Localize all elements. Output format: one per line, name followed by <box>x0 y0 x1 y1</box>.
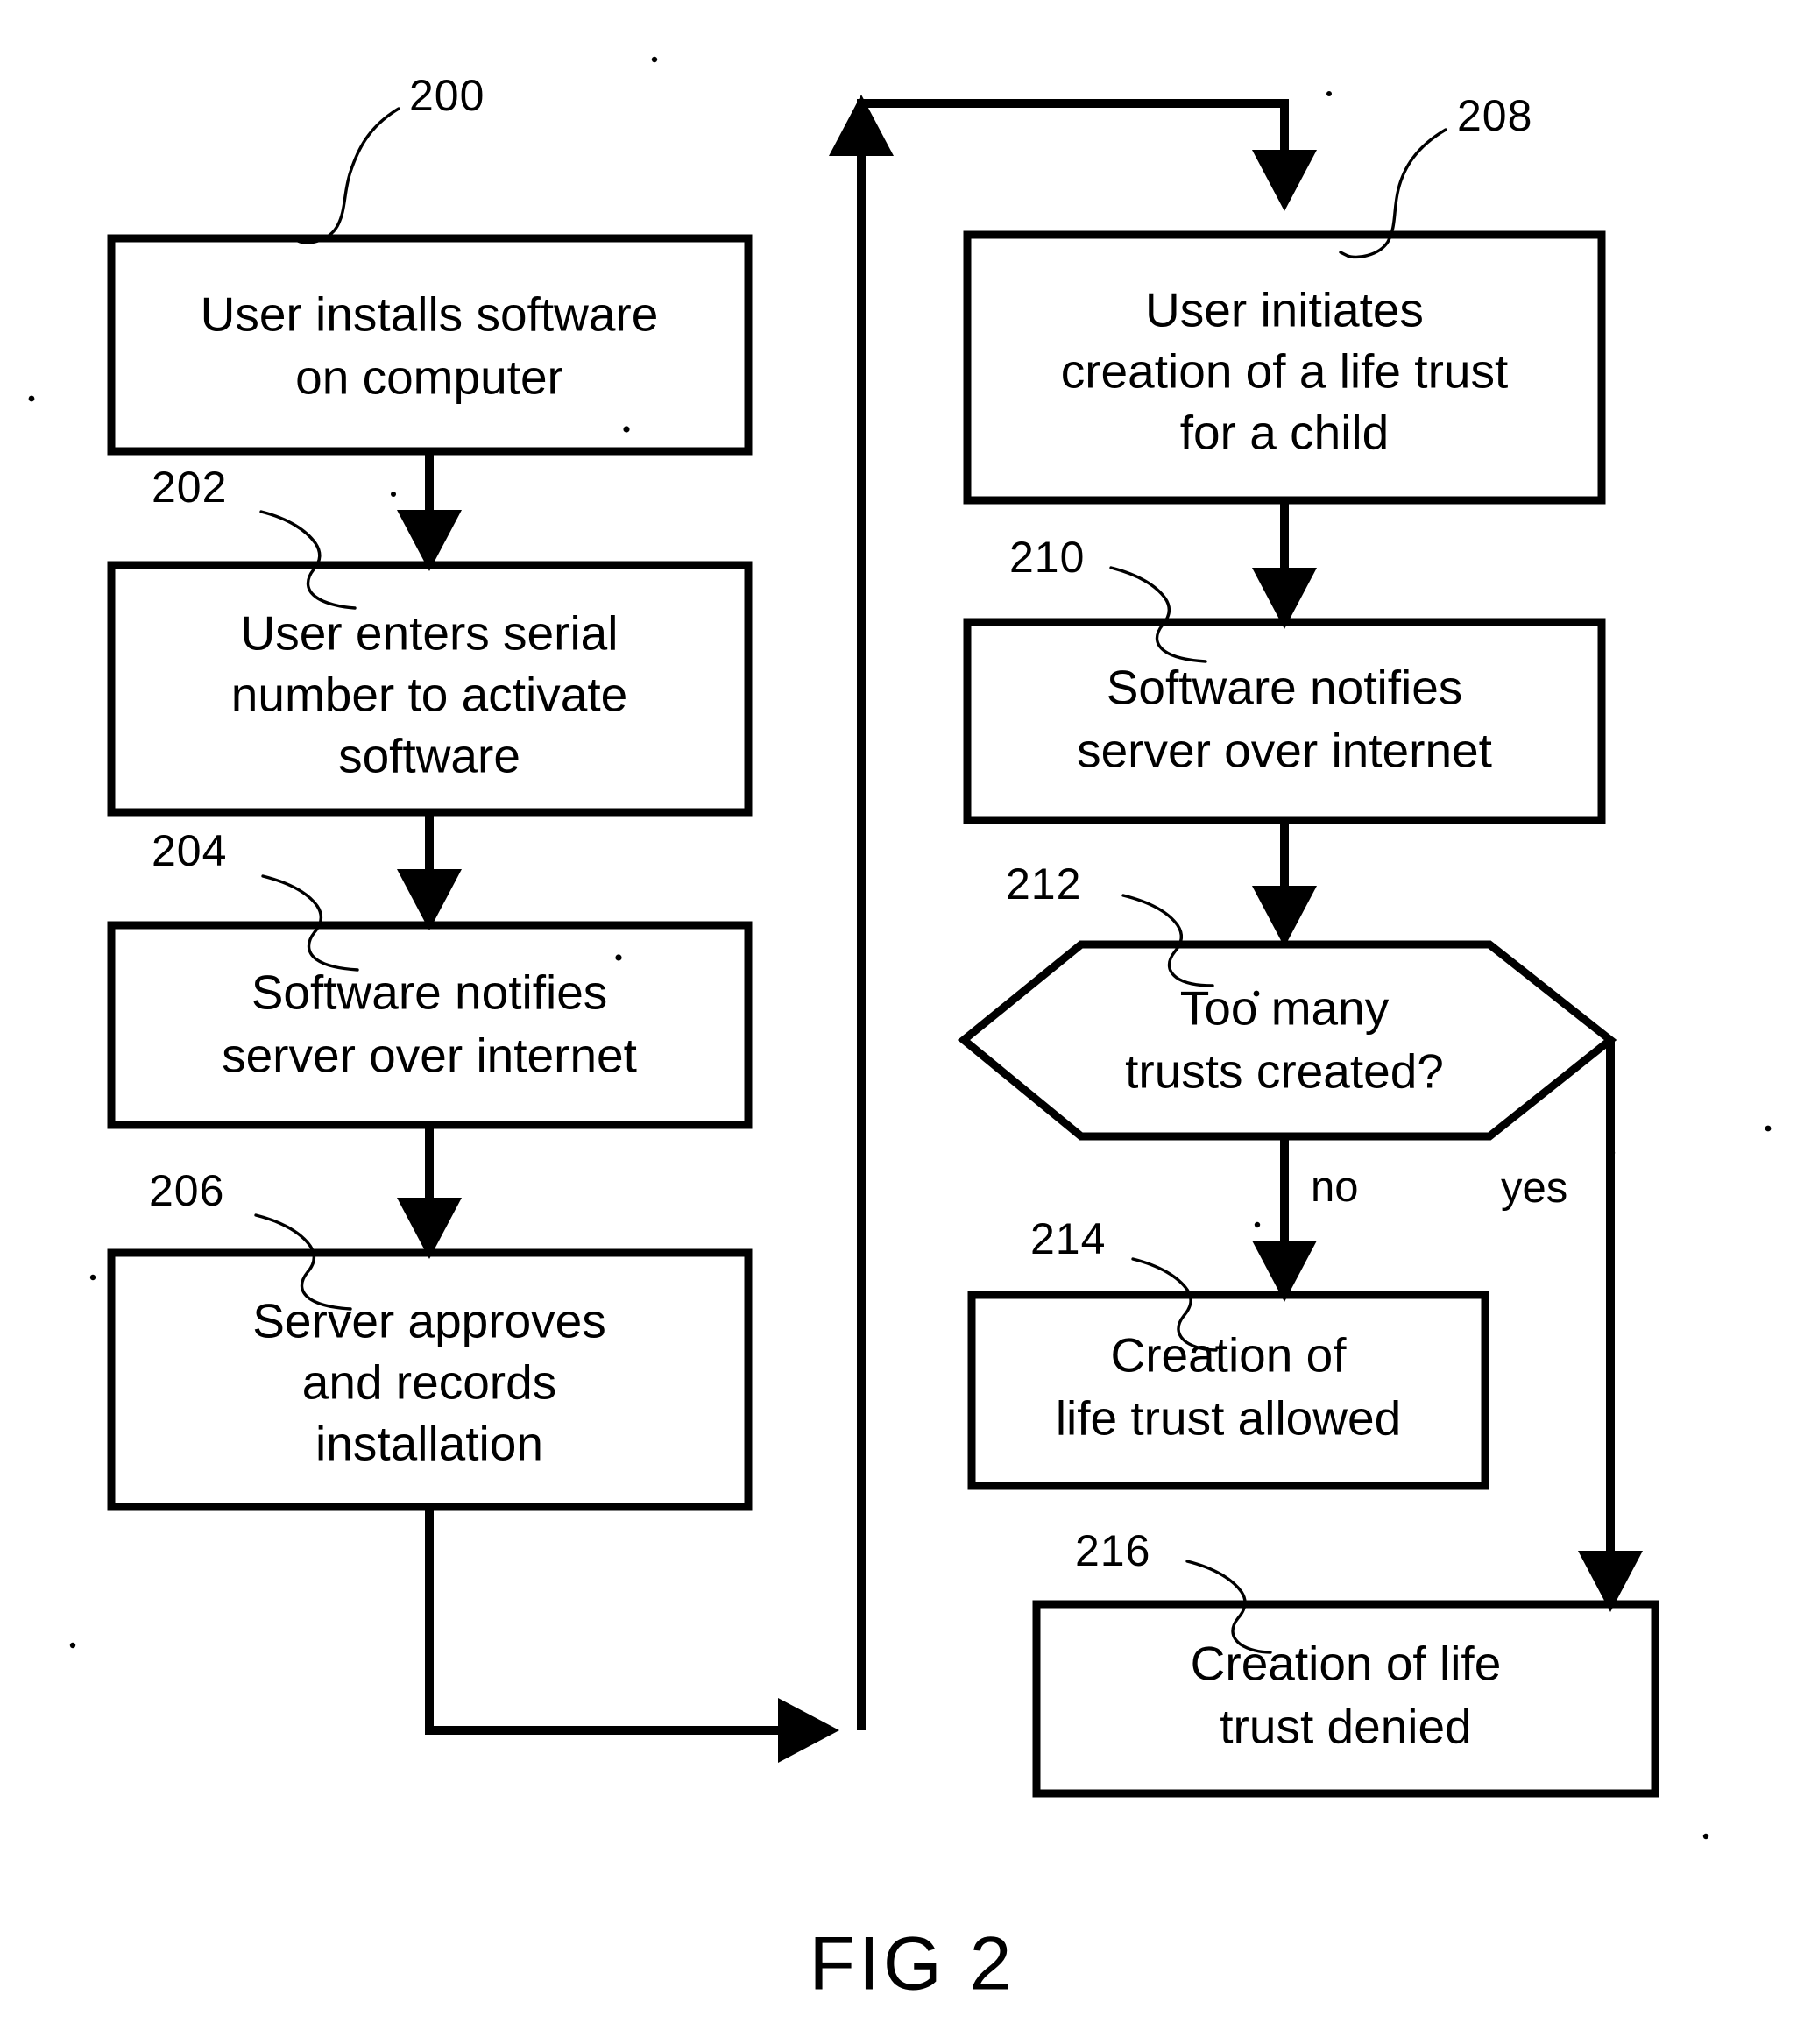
node-212-hexagon <box>957 940 1617 1141</box>
node-216-line-1: Creation of life <box>1191 1637 1502 1691</box>
node-206: Server approves and records installation <box>107 1248 753 1511</box>
ref-numeral-214: 214 <box>1030 1214 1106 1263</box>
node-206-line-3: installation <box>315 1417 543 1471</box>
scan-speck <box>28 395 35 402</box>
node-210-box <box>963 618 1606 824</box>
node-208-line-1: User initiates <box>1145 283 1424 337</box>
scan-speck <box>89 1274 96 1281</box>
ref-leader-200: 200 <box>296 71 485 244</box>
edge-label-yes: yes <box>1501 1164 1567 1212</box>
node-204-line-1: Software notifies <box>251 965 608 1020</box>
node-214-line-2: life trust allowed <box>1056 1391 1401 1446</box>
node-204: Software notifies server over internet <box>107 921 753 1129</box>
scan-speck <box>623 426 630 433</box>
scan-speck <box>391 492 396 497</box>
node-210-line-2: server over internet <box>1077 724 1492 778</box>
edge-200-to-202 <box>397 451 462 571</box>
scan-speck <box>1253 990 1260 997</box>
scan-speck <box>69 1642 76 1649</box>
node-216: Creation of life trust denied <box>1032 1600 1659 1798</box>
node-208-line-2: creation of a life trust <box>1061 344 1509 399</box>
figure-caption: FIG 2 <box>809 1922 1015 2006</box>
edge-210-to-212 <box>1252 820 1317 947</box>
ref-numeral-216: 216 <box>1075 1526 1150 1575</box>
node-212: Too many trusts created? <box>957 940 1617 1141</box>
node-214-line-1: Creation of <box>1110 1328 1347 1383</box>
scan-speck <box>1454 1134 1460 1139</box>
edge-204-to-206 <box>397 1125 462 1259</box>
scan-speck <box>1609 1149 1616 1156</box>
node-200-line-2: on computer <box>295 350 563 405</box>
edge-212-no-to-214: no <box>1252 1136 1359 1302</box>
node-214: Creation of life trust allowed <box>967 1291 1489 1490</box>
scan-speck <box>1702 1833 1709 1840</box>
node-202-line-1: User enters serial <box>241 606 619 661</box>
edge-212-yes-to-216: yes <box>1501 1040 1643 1612</box>
arrowhead-down <box>1252 150 1317 211</box>
node-200: User installs software on computer <box>107 234 753 456</box>
node-208-line-3: for a child <box>1180 406 1389 460</box>
ref-numeral-206: 206 <box>149 1166 224 1215</box>
arrowhead-right <box>778 1698 839 1763</box>
ref-numeral-212: 212 <box>1006 859 1081 909</box>
edge-label-no: no <box>1311 1163 1359 1211</box>
flowchart-canvas: User installs software on computer User … <box>28 56 1772 2006</box>
node-208: User initiates creation of a life trust … <box>963 230 1606 505</box>
ref-numeral-210: 210 <box>1009 533 1085 582</box>
node-204-line-2: server over internet <box>222 1029 637 1083</box>
edge-202-to-204 <box>397 812 462 930</box>
ref-numeral-208: 208 <box>1457 91 1532 140</box>
scan-speck <box>1254 1221 1261 1228</box>
scan-speck <box>1765 1125 1772 1132</box>
node-202-line-3: software <box>338 729 520 783</box>
node-202: User enters serial number to activate so… <box>107 561 753 817</box>
ref-numeral-202: 202 <box>152 463 227 512</box>
node-210: Software notifies server over internet <box>963 618 1606 824</box>
ref-numeral-200: 200 <box>409 71 485 120</box>
edge-206-to-riser <box>425 1507 839 1763</box>
node-200-line-1: User installs software <box>201 287 659 342</box>
node-202-line-2: number to activate <box>231 668 627 722</box>
node-204-box <box>107 921 753 1129</box>
node-212-line-2: trusts created? <box>1125 1044 1444 1099</box>
patent-figure: User installs software on computer User … <box>0 0 1804 2044</box>
node-206-line-2: and records <box>302 1355 556 1410</box>
node-216-line-2: trust denied <box>1220 1700 1471 1754</box>
edge-208-to-210 <box>1252 500 1317 629</box>
node-212-line-1: Too many <box>1180 981 1390 1036</box>
node-210-line-1: Software notifies <box>1107 661 1463 715</box>
scan-speck <box>651 56 658 63</box>
scan-speck <box>615 954 622 961</box>
node-200-box <box>107 234 753 456</box>
ref-numeral-204: 204 <box>152 826 227 875</box>
scan-speck <box>1326 91 1332 96</box>
node-206-line-1: Server approves <box>252 1294 606 1348</box>
arrowhead-down <box>1252 886 1317 947</box>
